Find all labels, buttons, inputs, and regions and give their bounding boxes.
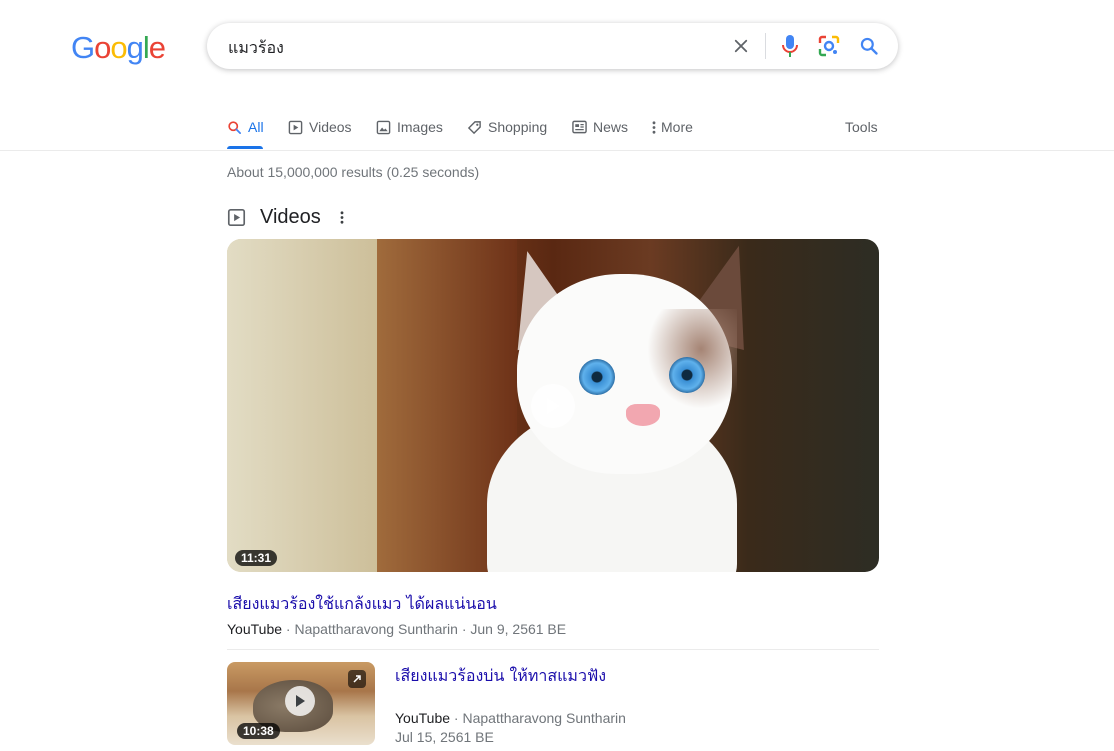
video-title-link[interactable]: เสียงแมวร้องใช้แกล้งแมว ได้ผลแน่นอน [227, 592, 497, 617]
search-input[interactable]: แมวร้อง [228, 36, 284, 61]
tab-label: All [248, 119, 264, 135]
video-channel: Napattharavong Suntharin [294, 621, 458, 637]
tab-label: Shopping [488, 119, 548, 135]
video-date: Jun 9, 2561 BE [470, 621, 567, 637]
video-duration: 11:31 [235, 550, 278, 566]
tab-images[interactable]: Images [376, 119, 443, 135]
play-icon [288, 120, 303, 134]
search-icon [228, 120, 241, 134]
result-stats: About 15,000,000 results (0.25 seconds) [227, 164, 480, 180]
videos-section-heading: Videos [227, 206, 345, 229]
video-title-link[interactable]: เสียงแมวร้องบ่น ให้ทาสแมวฟัง [395, 664, 606, 689]
tab-label: Images [397, 119, 443, 135]
tab-more[interactable]: More [651, 119, 693, 135]
search-icon[interactable] [857, 34, 881, 58]
tools-button[interactable]: Tools [845, 119, 878, 135]
video-thumbnail-large[interactable]: 11:31 [227, 239, 879, 572]
tools-label: Tools [845, 119, 878, 135]
more-vert-icon[interactable] [335, 210, 345, 225]
video-meta: YouTube · Napattharavong Suntharin · Jun… [227, 621, 566, 637]
news-icon [572, 120, 587, 134]
mic-icon[interactable] [778, 34, 802, 58]
image-icon [376, 120, 391, 134]
video-date: Jul 15, 2561 BE [395, 729, 494, 745]
cat-image [579, 359, 615, 395]
lens-icon[interactable] [817, 34, 841, 58]
search-divider [765, 33, 766, 59]
play-icon[interactable] [531, 384, 575, 428]
cat-image [669, 357, 705, 393]
video-source: YouTube [227, 621, 283, 637]
play-icon[interactable] [285, 686, 315, 716]
tab-label: Videos [309, 119, 352, 135]
active-tab-indicator [227, 146, 263, 149]
video-meta: YouTube · Napattharavong Suntharin [395, 710, 626, 726]
tab-shopping[interactable]: Shopping [467, 119, 547, 135]
video-channel: Napattharavong Suntharin [462, 710, 626, 726]
expand-icon[interactable] [348, 670, 366, 688]
video-section-icon [227, 208, 246, 227]
tab-label: News [593, 119, 629, 135]
more-vert-icon [652, 120, 656, 134]
header-divider [0, 150, 1114, 151]
video-thumbnail-small[interactable]: 10:38 [227, 662, 375, 745]
tab-label: More [661, 119, 693, 135]
cat-image [626, 404, 660, 426]
video-duration: 10:38 [237, 723, 280, 739]
search-box[interactable]: แมวร้อง [207, 23, 898, 69]
clear-icon[interactable] [729, 34, 753, 58]
videos-heading-text: Videos [260, 206, 321, 228]
result-divider [227, 649, 879, 650]
video-source: YouTube [395, 710, 451, 726]
tab-all[interactable]: All [227, 119, 264, 135]
tag-icon [467, 120, 481, 134]
thumbnail-background [227, 239, 377, 572]
tab-videos[interactable]: Videos [288, 119, 352, 135]
google-logo[interactable]: Google [71, 30, 166, 66]
tab-news[interactable]: News [572, 119, 628, 135]
